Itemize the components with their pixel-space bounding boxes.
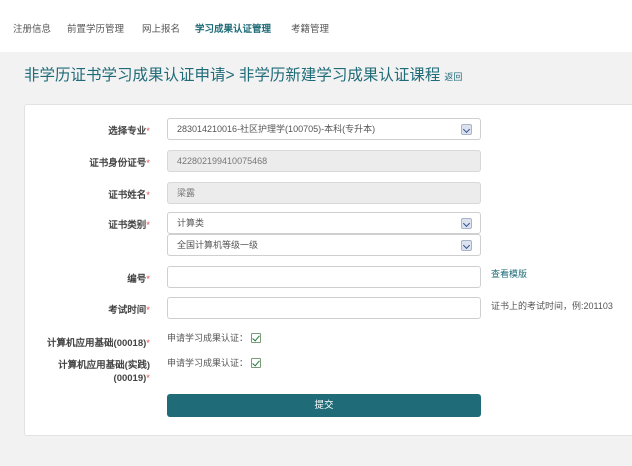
course-00018-checkbox[interactable] — [251, 332, 262, 343]
required-mark: * — [146, 220, 150, 231]
nav-item-online-registration[interactable]: 网上报名 — [142, 21, 180, 35]
major-select[interactable]: 283014210016-社区护理学(100705)-本科(专升本) — [167, 118, 481, 140]
required-mark: * — [146, 338, 150, 349]
id-number-label-text: 证书身份证号 — [89, 158, 147, 169]
number-label-text: 编号 — [127, 274, 147, 285]
required-mark: * — [146, 126, 150, 137]
cert-name-field: 梁露 — [167, 182, 481, 204]
number-input[interactable] — [167, 266, 481, 288]
cert-type-select[interactable]: 计算类 — [167, 212, 481, 234]
nav-item-exam-record[interactable]: 考籍管理 — [291, 21, 329, 35]
course-00018-label-text: 计算机应用基础(00018) — [47, 338, 147, 349]
required-mark: * — [146, 158, 150, 169]
cert-name-label: 证书姓名* — [108, 187, 150, 201]
course-00019-check-label: 申请学习成果认证： — [167, 358, 249, 368]
page-title-text: 非学历证书学习成果认证申请> 非学历新建学习成果认证课程 — [24, 67, 441, 84]
cert-name-value: 梁露 — [177, 188, 196, 198]
top-navigation: 注册信息 前置学历管理 网上报名 学习成果认证管理 考籍管理 — [0, 0, 632, 52]
nav-item-learning-outcome-certification[interactable]: 学习成果认证管理 — [195, 21, 271, 35]
course-00018-check-label: 申请学习成果认证： — [167, 333, 249, 343]
back-link[interactable]: 返回 — [444, 72, 462, 82]
course-00018-label: 计算机应用基础(00018)* — [47, 335, 150, 349]
number-label: 编号* — [127, 271, 150, 285]
exam-time-label-text: 考试时间 — [108, 305, 147, 316]
nav-item-prior-education[interactable]: 前置学历管理 — [67, 21, 124, 35]
required-mark: * — [146, 190, 150, 201]
course-00018-checkbox-row: 申请学习成果认证： — [167, 331, 262, 344]
submit-button[interactable]: 提交 — [167, 394, 481, 417]
page-header: 非学历证书学习成果认证申请> 非学历新建学习成果认证课程 返回 — [0, 52, 632, 96]
course-00019-checkbox[interactable] — [251, 357, 262, 368]
cert-type-label: 证书类别* — [108, 217, 150, 231]
chevron-down-icon — [461, 124, 472, 135]
exam-time-label: 考试时间* — [108, 302, 150, 316]
major-select-value: 283014210016-社区护理学(100705)-本科(专升本) — [177, 124, 376, 134]
nav-item-registration-info[interactable]: 注册信息 — [13, 21, 51, 35]
cert-type-select-value: 计算类 — [177, 218, 205, 228]
cert-type-label-text: 证书类别 — [108, 220, 147, 231]
course-00019-checkbox-row: 申请学习成果认证： — [167, 356, 262, 369]
page-title: 非学历证书学习成果认证申请> 非学历新建学习成果认证课程 返回 — [24, 63, 462, 85]
required-mark: * — [146, 305, 150, 316]
cert-level-select-value: 全国计算机等级一级 — [177, 240, 259, 250]
cert-name-label-text: 证书姓名 — [108, 190, 147, 201]
id-number-label: 证书身份证号* — [89, 155, 150, 169]
course-00019-label: 计算机应用基础(实践)(00019)* — [30, 359, 150, 385]
view-template-link[interactable]: 查看模版 — [491, 267, 527, 280]
exam-time-input[interactable] — [167, 297, 481, 319]
required-mark: * — [146, 373, 150, 384]
major-label-text: 选择专业 — [108, 126, 147, 137]
id-number-field: 422802199410075468 — [167, 150, 481, 172]
cert-level-select[interactable]: 全国计算机等级一级 — [167, 234, 481, 256]
id-number-value: 422802199410075468 — [177, 156, 268, 166]
chevron-down-icon — [461, 218, 472, 229]
exam-time-hint: 证书上的考试时间，例:201103 — [491, 301, 613, 311]
major-label: 选择专业* — [108, 123, 150, 137]
course-00019-label-text: 计算机应用基础(实践)(00019) — [58, 360, 150, 384]
required-mark: * — [146, 274, 150, 285]
chevron-down-icon — [461, 240, 472, 251]
